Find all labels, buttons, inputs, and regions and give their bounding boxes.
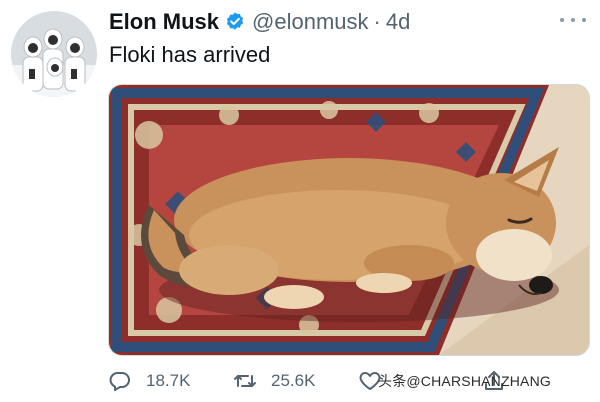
- verified-badge-icon: [224, 11, 246, 33]
- tweet-text: Floki has arrived: [109, 42, 271, 67]
- avatar-image: [11, 11, 97, 97]
- tweet-header: Elon Musk @elonmusk · 4d: [109, 8, 410, 36]
- author-name[interactable]: Elon Musk: [109, 9, 219, 35]
- reply-icon: [109, 372, 130, 391]
- photo-icon: [109, 85, 589, 355]
- reply-count: 18.7K: [146, 371, 191, 390]
- retweet-button[interactable]: 25.6K: [233, 366, 315, 396]
- separator-dot: ·: [373, 9, 381, 34]
- author-handle[interactable]: @elonmusk: [252, 9, 369, 35]
- retweet-icon: [234, 375, 256, 387]
- more-options-icon[interactable]: [560, 10, 586, 30]
- tweet-card[interactable]: Elon Musk @elonmusk · 4d Floki has arriv…: [0, 0, 600, 402]
- avatar[interactable]: [11, 11, 97, 97]
- tweet-media-photo[interactable]: [108, 84, 590, 356]
- reply-button[interactable]: 18.7K: [108, 366, 190, 396]
- retweet-count: 25.6K: [271, 371, 316, 390]
- tweet-timestamp[interactable]: 4d: [386, 9, 410, 35]
- watermark-text: 头条@CHARSHANZHANG: [378, 373, 551, 389]
